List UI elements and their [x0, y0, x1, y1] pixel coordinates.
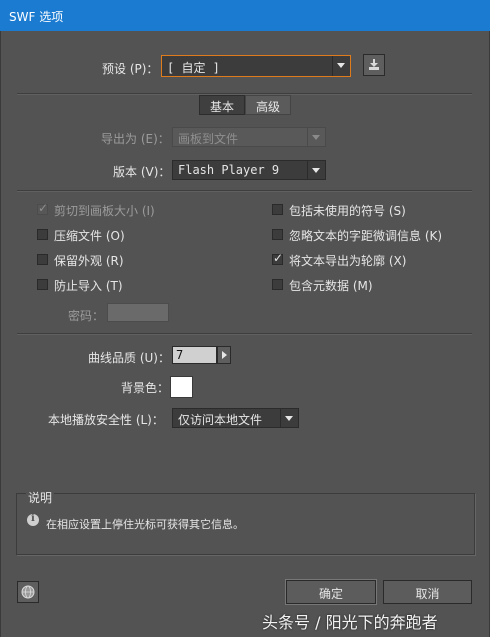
- export-as-dropdown[interactable]: 画板到文件: [172, 127, 326, 147]
- title-bar: SWF 选项: [0, 0, 490, 31]
- text-to-outlines-label: 将文本导出为轮廓 (X): [289, 254, 407, 268]
- chevron-down-icon: [332, 56, 350, 76]
- preserve-appearance-checkbox[interactable]: [37, 254, 48, 265]
- save-preset-icon: [369, 59, 379, 70]
- chevron-down-icon: [280, 409, 298, 427]
- preserve-appearance-label: 保留外观 (R): [54, 254, 124, 268]
- window-title: SWF 选项: [9, 10, 64, 24]
- password-label: 密码：: [68, 309, 105, 323]
- chevron-right-icon: [222, 351, 227, 359]
- preset-label: 预设 (P)：: [102, 62, 159, 76]
- compress-label: 压缩文件 (O): [54, 229, 125, 243]
- include-unused-symbols-checkbox[interactable]: [272, 204, 283, 215]
- curve-quality-label: 曲线品质 (U)：: [88, 351, 170, 365]
- protect-import-label: 防止导入 (T): [54, 279, 123, 293]
- tab-basic[interactable]: 基本: [199, 95, 245, 115]
- clip-artboard-checkbox[interactable]: [37, 201, 48, 215]
- description-title: 说明: [26, 489, 55, 506]
- text-to-outlines-checkbox[interactable]: [272, 251, 283, 265]
- protect-import-checkbox[interactable]: [37, 279, 48, 290]
- divider: [17, 190, 472, 192]
- ignore-kerning-checkbox[interactable]: [272, 229, 283, 240]
- swf-options-dialog: 预设 (P)： [ 自定 ] 基本 高级 导出为 (E)： 画板到文件 版本 (…: [0, 31, 490, 637]
- include-metadata-label: 包含元数据 (M): [289, 279, 373, 293]
- local-playback-value: 仅访问本地文件: [178, 413, 263, 427]
- cancel-button[interactable]: 取消: [383, 580, 472, 604]
- local-playback-dropdown[interactable]: 仅访问本地文件: [172, 408, 299, 428]
- preset-value: [ 自定 ]: [167, 61, 220, 75]
- chevron-down-icon: [307, 161, 325, 179]
- ignore-kerning-label: 忽略文本的字距微调信息 (K): [289, 229, 443, 243]
- include-unused-symbols-label: 包括未使用的符号 (S): [289, 204, 406, 218]
- compress-checkbox[interactable]: [37, 229, 48, 240]
- watermark-text: 头条号 / 阳光下的奔跑者: [262, 613, 438, 632]
- password-field[interactable]: [107, 303, 169, 322]
- version-value: Flash Player 9: [178, 163, 280, 177]
- ok-button[interactable]: 确定: [286, 580, 376, 604]
- curve-quality-value: 7: [176, 348, 184, 362]
- save-preset-button[interactable]: [363, 54, 385, 76]
- divider: [17, 333, 472, 335]
- version-dropdown[interactable]: Flash Player 9: [172, 160, 326, 180]
- tab-advanced[interactable]: 高级: [245, 95, 291, 115]
- include-metadata-checkbox[interactable]: [272, 279, 283, 290]
- curve-quality-slider-button[interactable]: [217, 346, 231, 364]
- description-text: 在相应设置上停住光标可获得其它信息。: [46, 518, 244, 531]
- export-as-value: 画板到文件: [178, 132, 239, 146]
- export-as-label: 导出为 (E)：: [101, 132, 170, 146]
- clip-artboard-label: 剪切到画板大小 (I): [54, 204, 155, 218]
- globe-icon: [21, 585, 35, 599]
- local-playback-label: 本地播放安全性 (L)：: [48, 413, 164, 427]
- chevron-down-icon: [307, 128, 325, 146]
- background-color-label: 背景色：: [121, 381, 170, 395]
- curve-quality-input[interactable]: 7: [172, 346, 217, 364]
- preset-dropdown[interactable]: [ 自定 ]: [161, 55, 351, 77]
- web-preview-button[interactable]: [17, 581, 39, 603]
- info-icon: i: [27, 513, 39, 526]
- background-color-swatch[interactable]: [170, 376, 193, 398]
- version-label: 版本 (V)：: [113, 165, 171, 179]
